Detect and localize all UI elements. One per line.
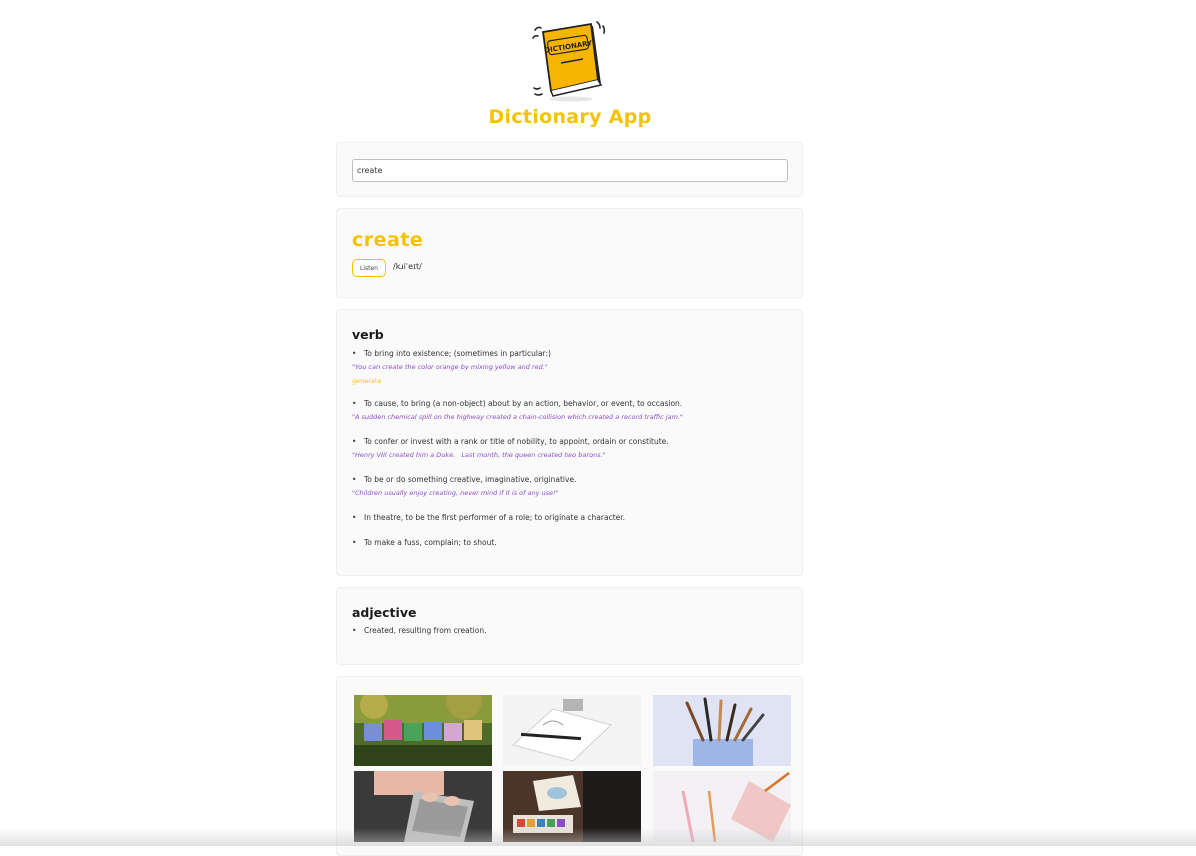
laptop-typing-image [354, 771, 492, 842]
definition-item: • To confer or invest with a rank or titl… [352, 437, 669, 446]
paint-brushes-image [653, 695, 791, 766]
synonym-link[interactable]: generate [352, 377, 381, 385]
meaning-card-verb: verb • To bring into existence; (sometime… [336, 309, 803, 576]
part-of-speech: adjective [352, 605, 417, 620]
headword: create [352, 229, 424, 251]
search-input[interactable] [352, 159, 788, 182]
gallery-image[interactable] [503, 695, 641, 766]
app-logo: DICTIONARY [531, 16, 611, 104]
definition-item: • Created, resulting from creation. [352, 626, 487, 635]
meaning-card-adjective: adjective • Created, resulting from creat… [336, 587, 803, 665]
phonetic: /kɹiˈeɪt/ [393, 262, 422, 271]
definition-example: "Henry VIII created him a Duke. Last mon… [352, 451, 606, 459]
listen-button[interactable]: Listen [352, 259, 386, 277]
part-of-speech: verb [352, 327, 384, 342]
definition-item: • To be or do something creative, imagina… [352, 475, 577, 484]
sketch-paper-image [503, 695, 641, 766]
pencils-pink-paper-image [653, 771, 791, 842]
word-card: create Listen /kɹiˈeɪt/ [336, 208, 803, 298]
dictionary-book-icon: DICTIONARY [532, 21, 606, 102]
gallery-image[interactable] [653, 695, 791, 766]
gallery-image[interactable] [354, 695, 492, 766]
definition-item: • To cause, to bring (a non-object) about… [352, 399, 683, 408]
watercolor-painting-image [503, 771, 641, 842]
definition-item: • To bring into existence; (sometimes in … [352, 349, 551, 358]
app-title: Dictionary App [488, 106, 652, 128]
search-card [336, 142, 803, 197]
definition-example: "Children usually enjoy creating, never … [352, 489, 559, 497]
letter-blocks-image [354, 695, 492, 766]
gallery-image[interactable] [653, 771, 791, 842]
definition-item: • In theatre, to be the first performer o… [352, 513, 626, 522]
definition-example: "A sudden chemical spill on the highway … [352, 413, 683, 421]
gallery-image[interactable] [354, 771, 492, 842]
gallery-image[interactable] [503, 771, 641, 842]
definition-item: • To make a fuss, complain; to shout. [352, 538, 497, 547]
definition-example: "You can create the color orange by mixi… [352, 363, 548, 371]
image-gallery [336, 676, 803, 856]
